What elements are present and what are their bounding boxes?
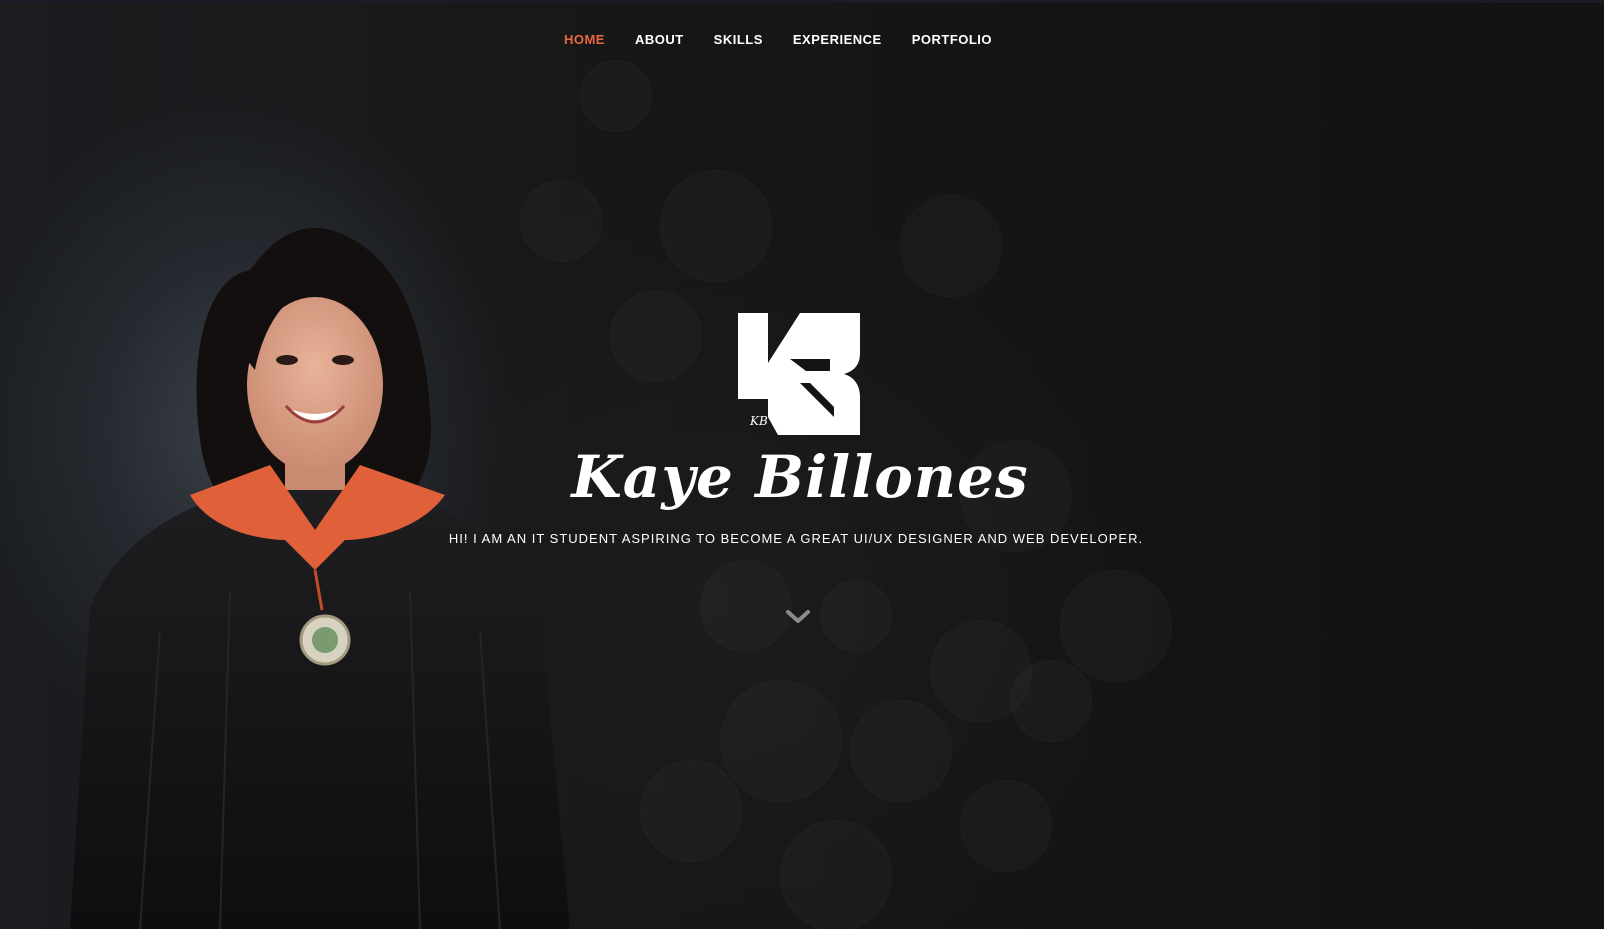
top-border — [0, 0, 1604, 3]
nav-portfolio[interactable]: PORTFOLIO — [912, 32, 992, 47]
kb-logo: KB — [738, 313, 860, 435]
hero-name-text: Kaye Billones — [571, 443, 1029, 511]
nav-skills[interactable]: SKILLS — [714, 32, 763, 47]
portrait-photo — [70, 228, 570, 929]
chevron-down-icon[interactable] — [785, 608, 811, 626]
hero-name: Kaye Billones — [0, 443, 1604, 511]
nav-home[interactable]: HOME — [564, 32, 605, 47]
nav-experience[interactable]: EXPERIENCE — [793, 32, 882, 47]
hero-tagline: HI! I AM AN IT STUDENT ASPIRING TO BECOM… — [0, 531, 1604, 546]
main-nav: HOME ABOUT SKILLS EXPERIENCE PORTFOLIO — [0, 32, 1604, 47]
svg-text:KB: KB — [749, 414, 768, 428]
hero-section: HOME ABOUT SKILLS EXPERIENCE PORTFOLIO K… — [0, 0, 1604, 929]
hero-tagline-text: HI! I AM AN IT STUDENT ASPIRING TO BECOM… — [448, 531, 1144, 546]
nav-about[interactable]: ABOUT — [635, 32, 684, 47]
